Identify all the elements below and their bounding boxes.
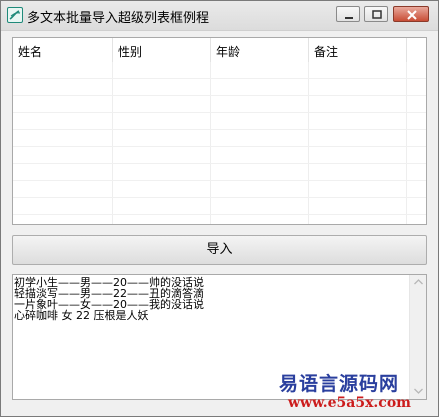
minimize-icon <box>345 17 353 19</box>
main-window: 多文本批量导入超级列表框例程 姓名 性别 年龄 备注 导入 初学小生——男——2… <box>0 0 439 417</box>
scroll-down-icon[interactable] <box>414 388 423 394</box>
super-list-box[interactable]: 姓名 性别 年龄 备注 <box>12 37 427 225</box>
scroll-up-icon[interactable] <box>414 279 423 285</box>
column-label: 备注 <box>314 45 339 59</box>
column-label: 性别 <box>118 45 143 59</box>
maximize-button[interactable] <box>364 6 388 22</box>
window-title: 多文本批量导入超级列表框例程 <box>27 11 210 26</box>
grid-line <box>112 62 113 224</box>
grid-line <box>13 146 426 147</box>
minimize-button[interactable] <box>336 6 360 22</box>
column-header-age[interactable]: 年龄 <box>211 38 309 62</box>
grid-line <box>13 129 426 130</box>
column-label: 年龄 <box>216 45 241 59</box>
import-button[interactable]: 导入 <box>12 235 427 265</box>
grid-line <box>13 163 426 164</box>
grid-line <box>13 95 426 96</box>
app-icon[interactable] <box>7 7 23 23</box>
grid-line <box>406 62 407 224</box>
vertical-scrollbar[interactable] <box>409 275 426 399</box>
grid-line <box>210 62 211 224</box>
grid-line <box>13 214 426 215</box>
watermark-site-name: 易语言源码网 <box>279 373 400 395</box>
grid-line <box>308 62 309 224</box>
column-header-name[interactable]: 姓名 <box>13 38 113 62</box>
maximize-icon <box>372 10 382 19</box>
grid-line <box>13 180 426 181</box>
column-header-gender[interactable]: 性别 <box>113 38 211 62</box>
close-icon <box>407 10 417 20</box>
watermark-url: www.e5a5x.com <box>288 395 411 411</box>
grid-line <box>13 112 426 113</box>
text-line: 心碎咖啡 女 22 压根是人妖 <box>14 309 149 322</box>
list-header: 姓名 性别 年龄 备注 <box>13 38 426 62</box>
column-header-remark[interactable]: 备注 <box>309 38 407 62</box>
grid-line <box>13 78 426 79</box>
grid-line <box>13 197 426 198</box>
close-button[interactable] <box>393 6 429 22</box>
title-bar[interactable]: 多文本批量导入超级列表框例程 <box>1 1 438 31</box>
column-label: 姓名 <box>18 45 43 59</box>
